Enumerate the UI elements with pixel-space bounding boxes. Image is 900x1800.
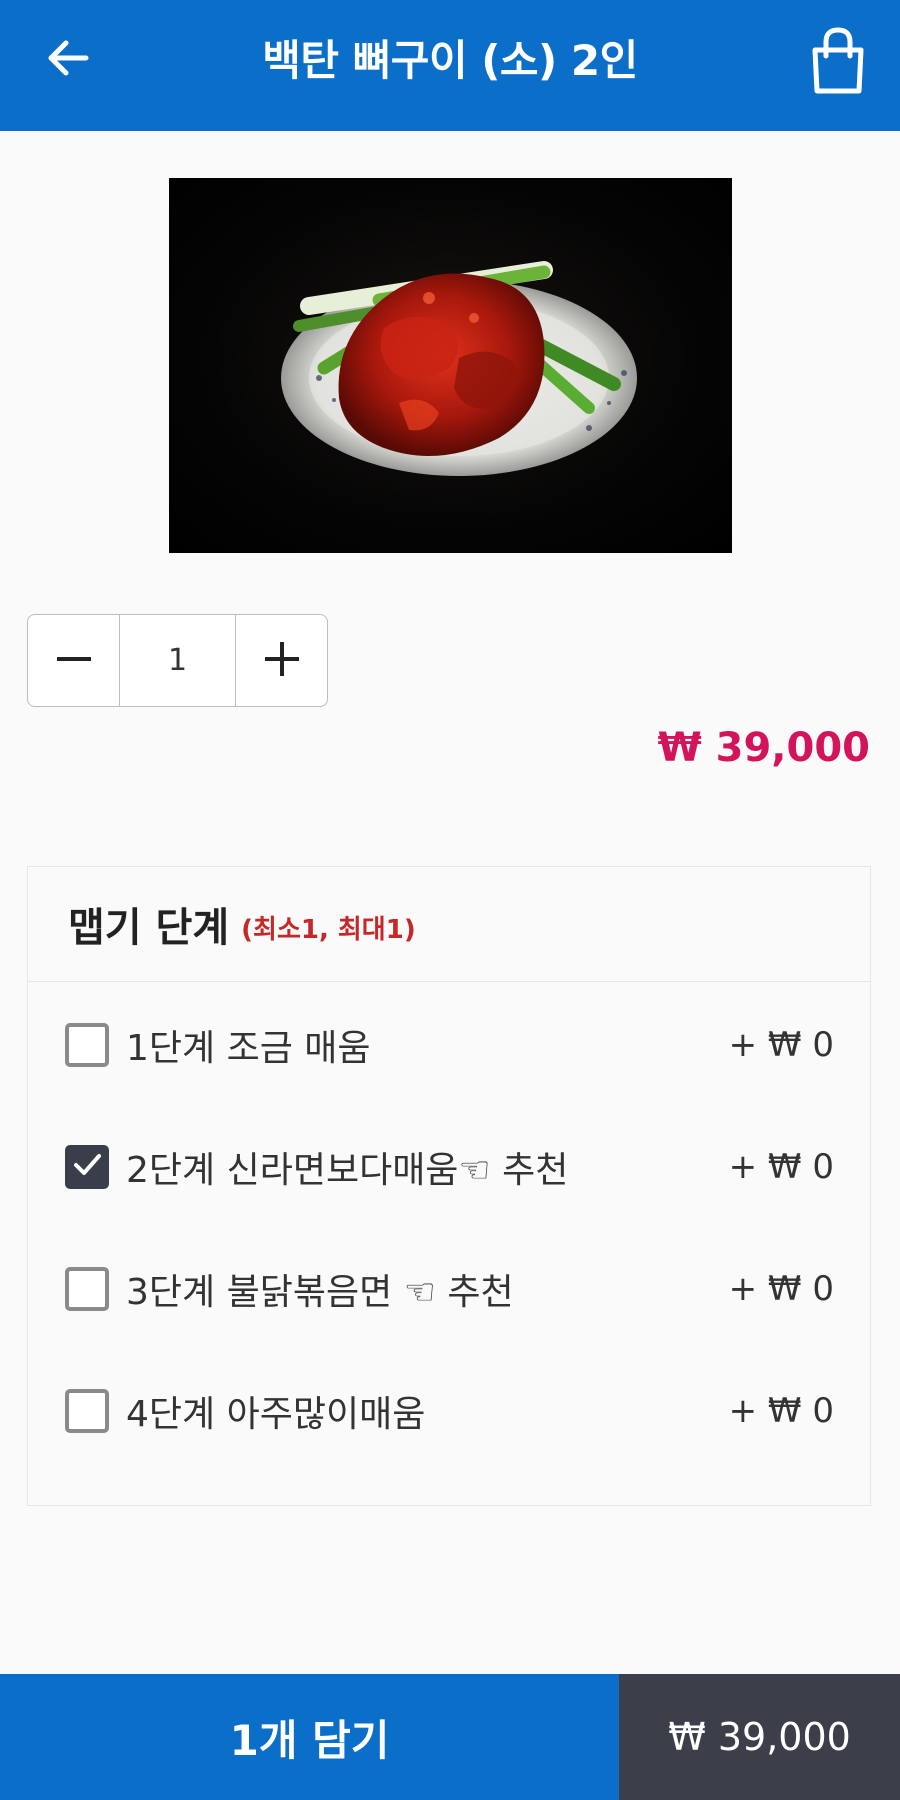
checkbox[interactable] [65,1389,109,1433]
increment-button[interactable] [236,615,327,706]
quantity-stepper: 1 [27,614,328,707]
app-header: 백탄 뼈구이 (소) 2인 [0,0,900,131]
option-price: + ₩ 0 [728,1025,834,1065]
option-label: 3단계 불닭볶음면 ☜ 추천 [126,1272,514,1313]
spice-level-options: 맵기 단계 (최소1, 최대1) 1단계 조금 매움 + ₩ 0 2단계 신라면… [27,866,871,1506]
options-header: 맵기 단계 (최소1, 최대1) [28,867,870,982]
product-price: ₩ 39,000 [657,725,870,771]
option-label: 2단계 신라면보다매움☜ 추천 [126,1150,569,1191]
options-title: 맵기 단계 [68,905,230,951]
checkbox[interactable] [65,1023,109,1067]
option-item[interactable]: 1단계 조금 매움 + ₩ 0 [28,990,870,1100]
option-item[interactable]: 4단계 아주많이매움 + ₩ 0 [28,1356,870,1466]
option-item[interactable]: 3단계 불닭볶음면 ☜ 추천 + ₩ 0 [28,1234,870,1344]
product-image [169,178,732,553]
option-price: + ₩ 0 [728,1147,834,1187]
add-to-cart-button[interactable]: 1개 담기 [0,1674,619,1800]
option-price: + ₩ 0 [728,1269,834,1309]
arrow-left-icon [46,36,90,84]
checkmark-icon [72,1150,102,1184]
bottom-bar: 1개 담기 ₩ 39,000 [0,1674,900,1800]
option-label: 1단계 조금 매움 [126,1028,371,1069]
page-title: 백탄 뼈구이 (소) 2인 [262,35,638,85]
option-item[interactable]: 2단계 신라면보다매움☜ 추천 + ₩ 0 [28,1112,870,1222]
minus-icon [55,640,93,682]
checkbox-checked[interactable] [65,1145,109,1189]
back-button[interactable] [36,28,100,92]
plus-icon [263,640,301,682]
cart-button[interactable] [804,24,872,100]
quantity-value[interactable]: 1 [119,615,236,706]
decrement-button[interactable] [28,615,119,706]
shopping-bag-icon [810,26,866,98]
option-label: 4단계 아주많이매움 [126,1394,426,1435]
option-price: + ₩ 0 [728,1391,834,1431]
checkbox[interactable] [65,1267,109,1311]
total-price: ₩ 39,000 [619,1674,900,1800]
options-constraint: (최소1, 최대1) [241,914,416,945]
